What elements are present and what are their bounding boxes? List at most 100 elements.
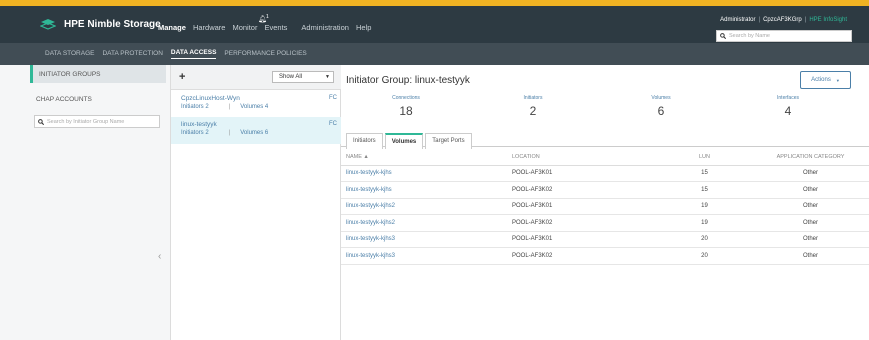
volume-app-category: Other [752, 247, 869, 265]
group-status[interactable]: HPE InfoSight [809, 17, 847, 23]
user-bar: Administrator | CpzcAF3KGrp | HPE InfoSight [720, 17, 847, 23]
stat-value: 18 [399, 104, 413, 118]
nav-help[interactable]: Help [356, 23, 371, 32]
volume-location: POOL-AF3K02 [512, 181, 657, 199]
column-header-lun[interactable]: LUN [657, 149, 752, 166]
subnav-data-access[interactable]: DATA ACCESS [170, 49, 217, 59]
list-item-name: CpzcLinuxHost-Wyn [181, 95, 240, 102]
volume-location: POOL-AF3K02 [512, 214, 657, 232]
volume-name-link[interactable]: linux-testyyk-kjhs3 [341, 231, 512, 248]
volume-lun: 19 [657, 198, 752, 215]
volume-app-category: Other [752, 198, 869, 215]
list-item-initiators: Initiators 2 [181, 130, 209, 136]
subnav-performance-policies[interactable]: PERFORMANCE POLICIES [224, 50, 306, 59]
nav-monitor[interactable]: Monitor [232, 23, 257, 32]
actions-button[interactable]: Actions ▼ [800, 71, 851, 89]
global-search [716, 30, 852, 42]
sub-nav: DATA STORAGE DATA PROTECTION DATA ACCESS… [0, 43, 869, 65]
stat-initiators: Initiators 2 [493, 95, 573, 118]
global-search-input[interactable] [729, 33, 849, 39]
separator: | [228, 104, 231, 110]
nav-administration[interactable]: Administration [301, 23, 349, 32]
tab-volumes[interactable]: Volumes [384, 133, 424, 149]
table-row: linux-testyyk-kjhs POOL-AF3K02 15 Other [341, 181, 869, 199]
volume-lun: 15 [657, 181, 752, 199]
nav-manage[interactable]: Manage [158, 23, 186, 32]
table-header-row: NAME ▲ LOCATION LUN APPLICATION CATEGORY [341, 149, 869, 166]
list-item-protocol: FC [329, 121, 337, 127]
column-header-name[interactable]: NAME ▲ [341, 149, 512, 166]
nav-hardware[interactable]: Hardware [193, 23, 226, 32]
page-title: Initiator Group: linux-testyyk [346, 75, 470, 86]
list-item[interactable]: CpzcLinuxHost-Wyn FC Initiators 2 | Volu… [171, 91, 341, 118]
volume-name-link[interactable]: linux-testyyk-kjhs2 [341, 214, 512, 232]
stat-value: 4 [784, 104, 792, 118]
list-toolbar: + Show All ▼ [171, 65, 341, 90]
list-item-protocol: FC [329, 95, 337, 101]
tab-target-ports[interactable]: Target Ports [425, 133, 472, 149]
filter-select-value: Show All [279, 74, 303, 80]
volumes-table: NAME ▲ LOCATION LUN APPLICATION CATEGORY… [341, 149, 869, 265]
caret-down-icon: ▼ [325, 74, 330, 80]
volume-app-category: Other [752, 181, 869, 199]
detail-pane: Initiator Group: linux-testyyk Actions ▼… [341, 65, 869, 340]
stat-volumes: Volumes 6 [621, 95, 701, 118]
separator: | [758, 17, 761, 23]
volume-location: POOL-AF3K02 [512, 247, 657, 265]
volume-lun: 20 [657, 247, 752, 265]
volume-name-link[interactable]: linux-testyyk-kjhs [341, 181, 512, 199]
stat-value: 2 [529, 104, 537, 118]
table-row: linux-testyyk-kjhs3 POOL-AF3K01 20 Other [341, 231, 869, 248]
top-bar: HPE Nimble Storage Manage Hardware Monit… [0, 6, 869, 43]
volume-name-link[interactable]: linux-testyyk-kjhs2 [341, 198, 512, 215]
volume-name-link[interactable]: linux-testyyk-kjhs [341, 165, 512, 182]
sidebar-item-initiator-groups[interactable]: INITIATOR GROUPS [30, 65, 166, 83]
separator: | [804, 17, 807, 23]
column-header-application-category[interactable]: APPLICATION CATEGORY [752, 149, 869, 166]
list-item-volumes: Volumes 6 [240, 130, 269, 136]
volume-location: POOL-AF3K01 [512, 165, 657, 182]
volume-app-category: Other [752, 165, 869, 182]
stat-interfaces: Interfaces 4 [748, 95, 828, 118]
user-menu[interactable]: Administrator [720, 17, 755, 23]
volume-lun: 15 [657, 165, 752, 182]
list-item-selected[interactable]: linux-testyyk FC Initiators 2 | Volumes … [171, 117, 341, 144]
column-header-location[interactable]: LOCATION [512, 149, 657, 166]
subnav-data-protection[interactable]: DATA PROTECTION [102, 50, 162, 59]
search-icon [38, 118, 44, 125]
brand-name: HPE Nimble Storage [64, 18, 161, 30]
notification-count: 1 [266, 14, 269, 20]
tab-initiators[interactable]: Initiators [346, 133, 383, 149]
table-row: linux-testyyk-kjhs3 POOL-AF3K02 20 Other [341, 247, 869, 265]
initiator-group-search-input[interactable] [47, 118, 157, 125]
detail-tabs: Initiators Volumes Target Ports [346, 133, 474, 149]
list-item-initiators: Initiators 2 [181, 104, 209, 110]
sidebar-gutter [0, 65, 30, 340]
hpe-logo-icon [40, 19, 56, 30]
group-name[interactable]: CpzcAF3KGrp [763, 17, 802, 23]
main-nav: Manage Hardware Monitor Events Administr… [158, 23, 378, 32]
stat-value: 6 [657, 104, 665, 118]
volume-app-category: Other [752, 231, 869, 248]
brand[interactable]: HPE Nimble Storage [40, 18, 161, 30]
subnav-data-storage[interactable]: DATA STORAGE [45, 50, 94, 59]
stat-connections: Connections 18 [366, 95, 446, 118]
stat-label: Initiators [523, 95, 543, 101]
volume-lun: 20 [657, 231, 752, 248]
sidebar-item-chap-accounts[interactable]: CHAP ACCOUNTS [30, 90, 166, 108]
table-row: linux-testyyk-kjhs2 POOL-AF3K01 19 Other [341, 198, 869, 215]
table-row: linux-testyyk-kjhs2 POOL-AF3K02 19 Other [341, 214, 869, 232]
list-item-volumes: Volumes 4 [240, 104, 269, 110]
nav-events[interactable]: Events [264, 23, 287, 32]
volume-lun: 19 [657, 214, 752, 232]
add-icon[interactable]: + [179, 71, 185, 83]
actions-button-label: Actions [811, 77, 831, 83]
search-icon [720, 33, 726, 39]
volume-name-link[interactable]: linux-testyyk-kjhs3 [341, 247, 512, 265]
collapse-chevron-icon[interactable]: ‹ [158, 251, 161, 262]
filter-select[interactable]: Show All ▼ [272, 71, 334, 83]
sidebar: INITIATOR GROUPS CHAP ACCOUNTS [0, 65, 171, 340]
initiator-group-list: + Show All ▼ CpzcLinuxHost-Wyn FC Initia… [158, 65, 341, 340]
sidebar-search [34, 115, 160, 128]
stat-label: Connections [392, 95, 420, 101]
